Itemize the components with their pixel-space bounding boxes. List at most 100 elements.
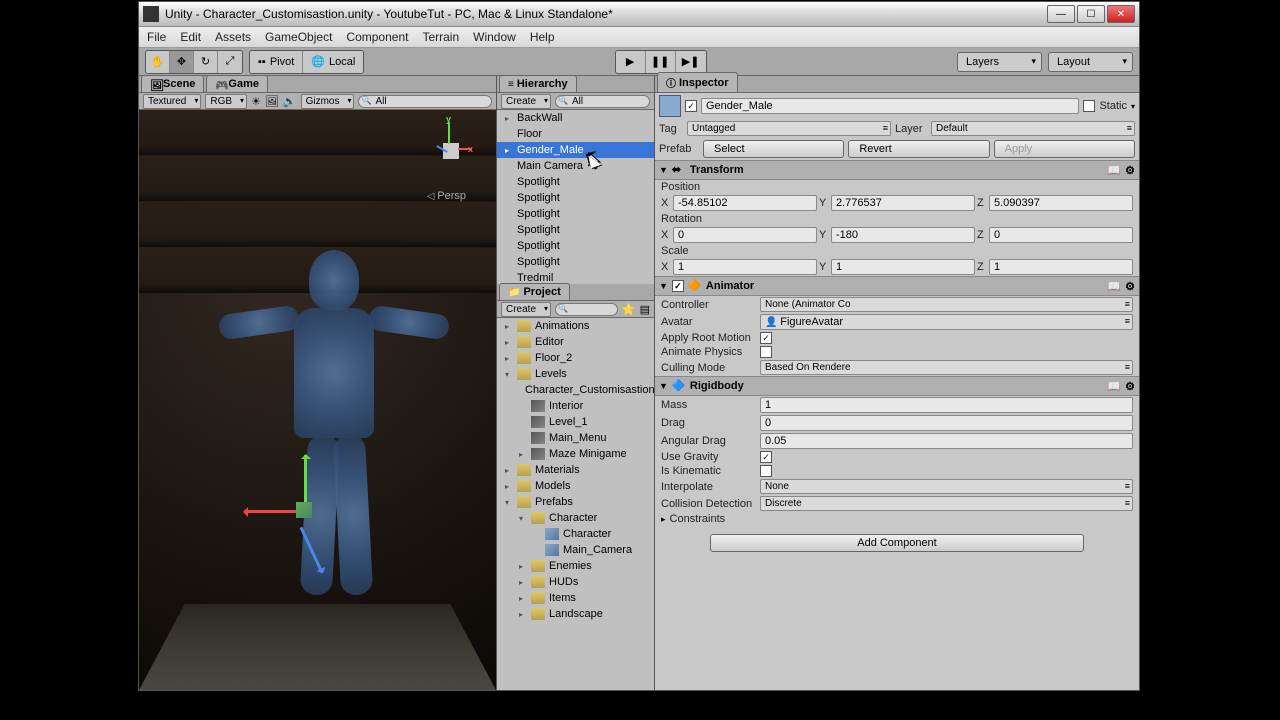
project-list[interactable]: ▸Animations▸Editor▸Floor_2▾LevelsCharact… — [497, 318, 654, 690]
rot-x-field[interactable]: 0 — [673, 227, 817, 243]
animator-header[interactable]: ▼✓🔶 Animator 📖⚙ — [655, 276, 1139, 296]
project-item[interactable]: ▾Character — [497, 510, 654, 526]
scale-z-field[interactable]: 1 — [989, 259, 1133, 275]
hierarchy-item[interactable]: Spotlight — [497, 254, 654, 270]
tab-inspector[interactable]: ⓘ Inspector — [657, 72, 738, 92]
scene-search[interactable]: All — [358, 95, 492, 108]
avatar-field[interactable]: 👤 FigureAvatar — [760, 314, 1133, 330]
menu-component[interactable]: Component — [346, 30, 408, 44]
close-button[interactable]: ✕ — [1107, 5, 1135, 23]
project-item[interactable]: ▸Models — [497, 478, 654, 494]
pos-z-field[interactable]: 5.090397 — [989, 195, 1133, 211]
prefab-apply-button[interactable]: Apply — [994, 140, 1135, 158]
project-item[interactable]: ▸Animations — [497, 318, 654, 334]
rotate-tool[interactable]: ↻ — [194, 51, 218, 73]
hierarchy-item[interactable]: Tredmil — [497, 270, 654, 284]
layer-dropdown[interactable]: Default — [931, 121, 1135, 136]
play-button[interactable]: ▶ — [616, 51, 646, 73]
gizmos-dropdown[interactable]: Gizmos — [301, 94, 355, 109]
tab-hierarchy[interactable]: ≡ Hierarchy — [499, 75, 577, 92]
transform-header[interactable]: ▼⬌ Transform 📖⚙ — [655, 160, 1139, 180]
scale-y-field[interactable]: 1 — [831, 259, 975, 275]
project-item[interactable]: Character_Customisastion — [497, 382, 654, 398]
gear-icon[interactable]: ⚙ — [1125, 280, 1135, 293]
angular-drag-field[interactable]: 0.05 — [760, 433, 1133, 449]
prefab-revert-button[interactable]: Revert — [848, 140, 989, 158]
gear-icon[interactable]: ⚙ — [1125, 164, 1135, 177]
tab-game[interactable]: 🎮Game — [206, 75, 268, 92]
menu-window[interactable]: Window — [473, 30, 516, 44]
pos-x-field[interactable]: -54.85102 — [673, 195, 817, 211]
culling-mode-dropdown[interactable]: Based On Rendere — [760, 360, 1133, 375]
collision-dropdown[interactable]: Discrete — [760, 496, 1133, 511]
mass-field[interactable]: 1 — [760, 397, 1133, 413]
constraints-foldout[interactable]: Constraints — [670, 513, 765, 525]
static-checkbox[interactable] — [1083, 100, 1095, 112]
step-button[interactable]: ▶❚ — [676, 51, 706, 73]
pos-y-field[interactable]: 2.776537 — [831, 195, 975, 211]
move-tool[interactable]: ✥ — [170, 51, 194, 73]
tag-dropdown[interactable]: Untagged — [687, 121, 891, 136]
project-item[interactable]: ▸Landscape — [497, 606, 654, 622]
menu-edit[interactable]: Edit — [180, 30, 201, 44]
root-motion-checkbox[interactable]: ✓ — [760, 332, 772, 344]
menu-gameobject[interactable]: GameObject — [265, 30, 332, 44]
scene-audio-toggle[interactable]: 🔊 — [283, 95, 297, 108]
project-item[interactable]: Main_Menu — [497, 430, 654, 446]
project-item[interactable]: Level_1 — [497, 414, 654, 430]
help-icon[interactable]: 📖 — [1107, 280, 1121, 293]
gravity-checkbox[interactable]: ✓ — [760, 451, 772, 463]
hierarchy-search[interactable]: All — [555, 95, 650, 108]
hierarchy-item[interactable]: Spotlight — [497, 222, 654, 238]
hand-tool[interactable]: ✋ — [146, 51, 170, 73]
project-filter-icon[interactable]: ⭐ — [622, 303, 636, 316]
menu-file[interactable]: File — [147, 30, 166, 44]
object-name-field[interactable]: Gender_Male — [701, 98, 1079, 114]
interpolate-dropdown[interactable]: None — [760, 479, 1133, 494]
hierarchy-item[interactable]: ▸BackWall — [497, 110, 654, 126]
controller-field[interactable]: None (Animator Co — [760, 297, 1133, 312]
project-item[interactable]: Interior — [497, 398, 654, 414]
static-dropdown-icon[interactable]: ▾ — [1131, 102, 1135, 111]
project-item[interactable]: ▸Maze Minigame — [497, 446, 654, 462]
rigidbody-header[interactable]: ▼🔷 Rigidbody 📖⚙ — [655, 376, 1139, 396]
active-checkbox[interactable]: ✓ — [685, 100, 697, 112]
animate-physics-checkbox[interactable] — [760, 346, 772, 358]
hierarchy-item[interactable]: Spotlight — [497, 206, 654, 222]
hierarchy-item[interactable]: ▸Gender_Male — [497, 142, 654, 158]
prefab-select-button[interactable]: Select — [703, 140, 844, 158]
help-icon[interactable]: 📖 — [1107, 380, 1121, 393]
layout-dropdown[interactable]: Layout — [1048, 52, 1133, 72]
pivot-toggle[interactable]: ▪▪ Pivot — [250, 51, 303, 73]
project-item[interactable]: ▾Prefabs — [497, 494, 654, 510]
hierarchy-item[interactable]: Spotlight — [497, 238, 654, 254]
hierarchy-list[interactable]: ▸BackWallFloor▸Gender_MaleMain CameraSpo… — [497, 110, 654, 284]
animator-enabled[interactable]: ✓ — [672, 280, 684, 292]
rot-z-field[interactable]: 0 — [989, 227, 1133, 243]
scale-x-field[interactable]: 1 — [673, 259, 817, 275]
help-icon[interactable]: 📖 — [1107, 164, 1121, 177]
project-item[interactable]: ▸Materials — [497, 462, 654, 478]
project-item[interactable]: ▸Items — [497, 590, 654, 606]
orientation-gizmo[interactable]: y x — [426, 118, 476, 178]
hierarchy-create[interactable]: Create — [501, 94, 551, 109]
project-save-icon[interactable]: ▤ — [640, 303, 650, 316]
scene-viewport[interactable]: y x ◁ Persp — [139, 110, 496, 690]
menu-assets[interactable]: Assets — [215, 30, 251, 44]
rot-y-field[interactable]: -180 — [831, 227, 975, 243]
minimize-button[interactable]: — — [1047, 5, 1075, 23]
scene-img-toggle[interactable]: 🖼 — [265, 95, 279, 108]
tab-project[interactable]: 📁 Project — [499, 283, 570, 300]
project-create[interactable]: Create — [501, 302, 551, 317]
gear-icon[interactable]: ⚙ — [1125, 380, 1135, 393]
scene-light-toggle[interactable]: ☀ — [251, 95, 261, 108]
shading-mode[interactable]: Textured — [143, 94, 201, 109]
hierarchy-item[interactable]: Spotlight — [497, 174, 654, 190]
kinematic-checkbox[interactable] — [760, 465, 772, 477]
drag-field[interactable]: 0 — [760, 415, 1133, 431]
menu-terrain[interactable]: Terrain — [422, 30, 459, 44]
project-item[interactable]: Main_Camera — [497, 542, 654, 558]
maximize-button[interactable]: ☐ — [1077, 5, 1105, 23]
project-item[interactable]: ▸Floor_2 — [497, 350, 654, 366]
hierarchy-item[interactable]: Main Camera — [497, 158, 654, 174]
